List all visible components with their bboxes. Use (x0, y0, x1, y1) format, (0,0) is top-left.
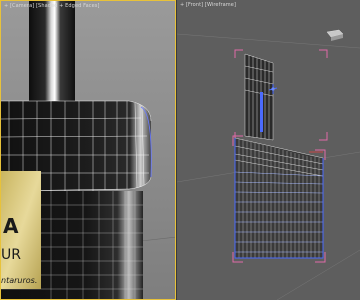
camera-viewport[interactable]: A UR ntaruros. + [Camera] [Shaded + Edge… (0, 0, 176, 300)
viewport-label-text[interactable]: + [Camera] [Shaded + Edged Faces] (4, 3, 100, 9)
upper-wireframe (244, 53, 274, 141)
viewport-label-text[interactable]: + [Front] [Wireframe] (180, 2, 236, 8)
label-art-line3: ntaruros. (1, 276, 37, 285)
camera-viewport-canvas: A UR ntaruros. (1, 1, 175, 299)
label-art-line1: A (3, 214, 19, 238)
upper-blue-edge (260, 92, 263, 132)
perspective-viewport[interactable]: + [Front] [Wireframe] (177, 0, 360, 300)
bottle-neck (29, 1, 75, 109)
perspective-viewport-canvas (177, 29, 360, 300)
perspective-viewport-label[interactable]: + [Front] [Wireframe] (180, 2, 238, 8)
label-art-line2: UR (1, 247, 21, 263)
lower-wireframe (234, 137, 324, 259)
camera-viewport-label[interactable]: + [Camera] [Shaded + Edged Faces] (4, 3, 102, 9)
camera-cube-icon[interactable] (326, 29, 344, 41)
